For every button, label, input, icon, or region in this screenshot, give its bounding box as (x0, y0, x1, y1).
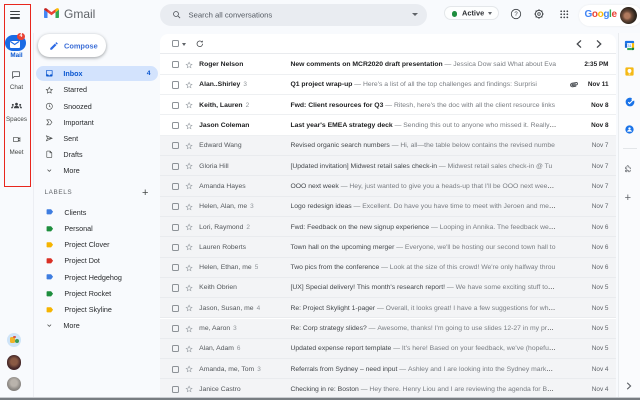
svg-text:?: ? (514, 12, 518, 18)
svg-text:31: 31 (628, 42, 632, 47)
